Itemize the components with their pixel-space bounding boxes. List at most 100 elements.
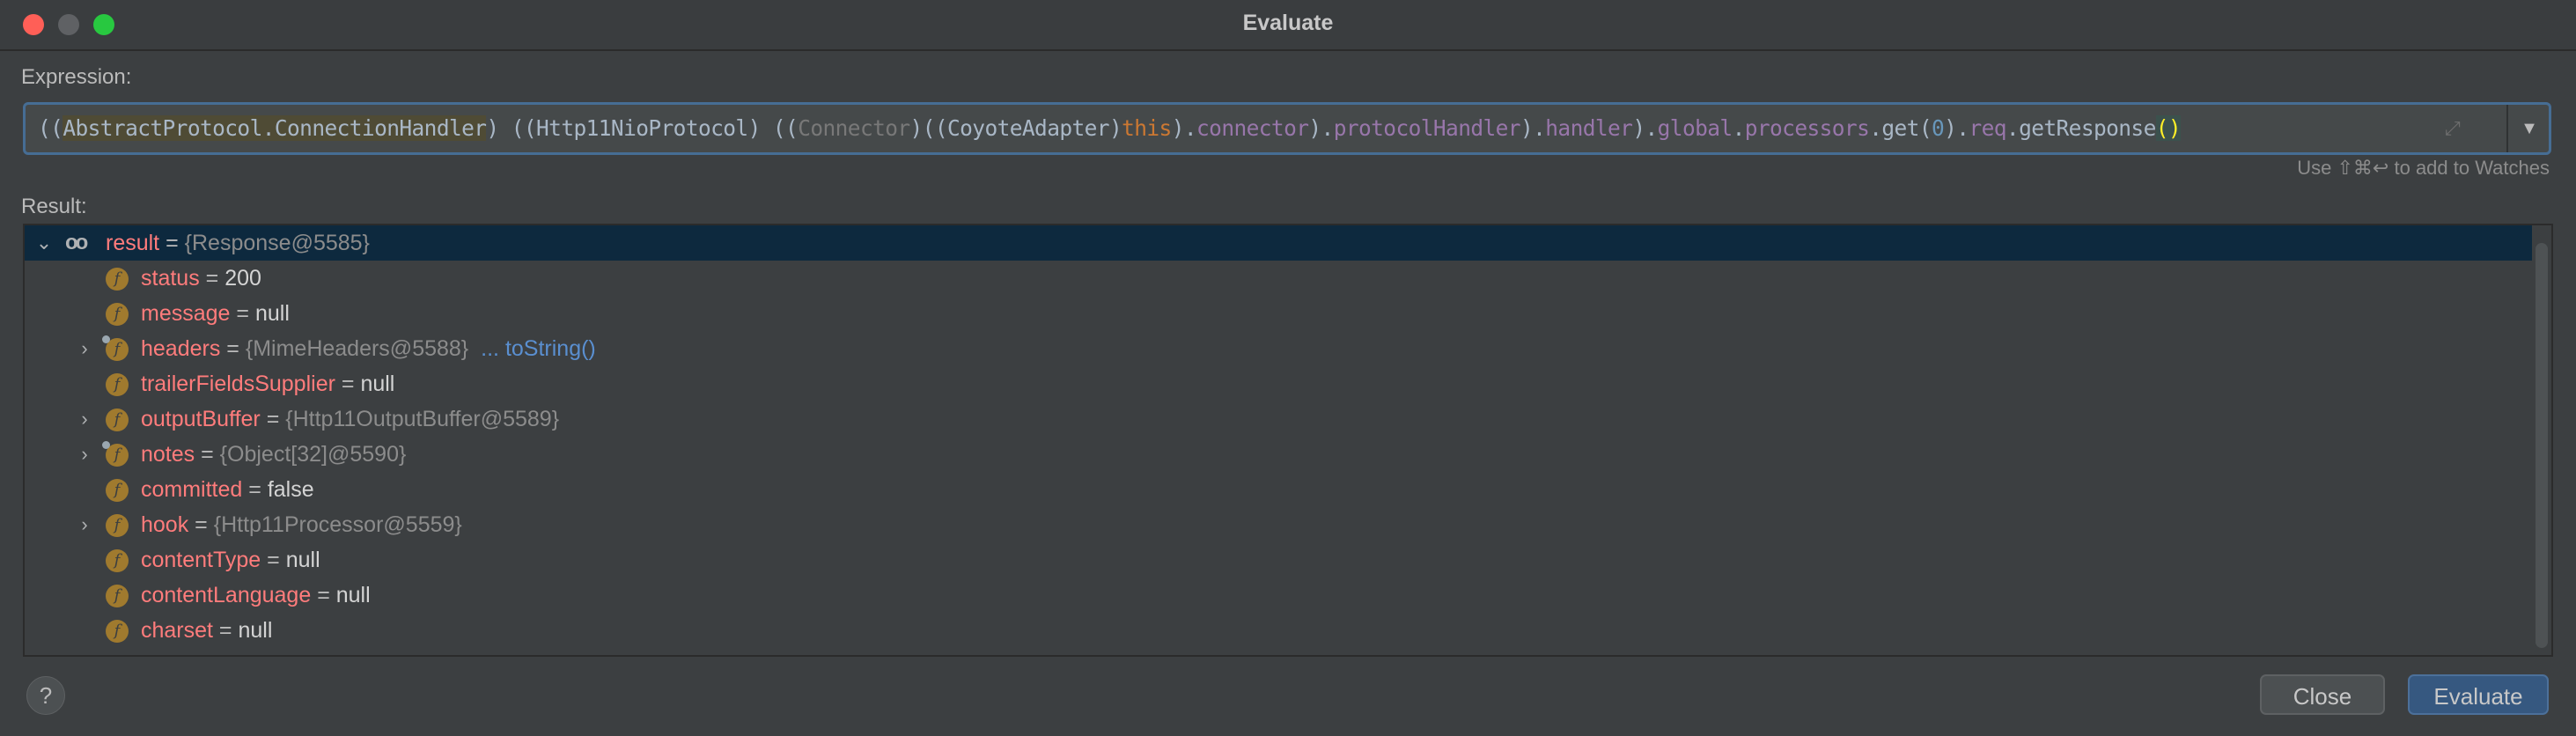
tree-row-outputBuffer[interactable]: › f outputBuffer = {Http11OutputBuffer@558… xyxy=(25,401,2532,437)
expression-token-plain: ) ((Http11NioProtocol) (( xyxy=(486,115,799,141)
tree-row-content: outputBuffer = {Http11OutputBuffer@5589} xyxy=(141,401,559,437)
var-value: {Object[32]@5590} xyxy=(219,442,407,467)
expression-token-plain: )((CoyoteAdapter) xyxy=(909,115,1122,141)
tree-row-charset[interactable]: f charset = null xyxy=(25,613,2532,648)
field-badge-icon xyxy=(102,335,110,343)
tree-row-message[interactable]: f message = null xyxy=(25,296,2532,331)
var-value: null xyxy=(285,548,320,572)
field-icon: f xyxy=(106,549,129,572)
chevron-down-icon[interactable]: ⌄ xyxy=(33,225,55,261)
var-name: headers xyxy=(141,336,221,361)
expression-token-keyword: this xyxy=(1122,115,1172,141)
field-icon: f xyxy=(106,408,129,431)
history-dropdown-button[interactable]: ▼ xyxy=(2506,105,2550,152)
expression-input[interactable]: ((AbstractProtocol.ConnectionHandler) ((… xyxy=(23,102,2551,155)
equals: = xyxy=(261,548,286,572)
result-tree[interactable]: f charset = null f contentLanguage = null f c… xyxy=(23,224,2553,657)
equals: = xyxy=(242,477,268,502)
var-name: hook xyxy=(141,512,189,537)
var-value: {MimeHeaders@5588} xyxy=(245,336,469,361)
window-title: Evaluate xyxy=(1242,11,1334,35)
chevron-right-icon[interactable]: › xyxy=(74,401,95,437)
expression-token-plain: ). xyxy=(1944,115,1969,141)
field-icon: f xyxy=(106,514,129,537)
var-value: {Response@5585} xyxy=(184,231,370,255)
field-icon: f xyxy=(106,303,129,326)
tree-row-content: committed = false xyxy=(141,472,314,507)
evaluate-button[interactable]: Evaluate xyxy=(2408,674,2549,715)
var-name: message xyxy=(141,301,231,326)
tree-row-notes[interactable]: › f notes = {Object[32]@5590} xyxy=(25,437,2532,472)
expression-token-number: 0 xyxy=(1932,115,1945,141)
close-button[interactable]: Close xyxy=(2260,674,2385,715)
result-label: Result: xyxy=(21,195,87,218)
var-name: contentType xyxy=(141,548,261,572)
var-name: status xyxy=(141,266,200,291)
equals: = xyxy=(260,407,286,431)
var-name: charset xyxy=(141,618,213,643)
field-icon: f xyxy=(106,373,129,396)
expression-token-field: global xyxy=(1657,115,1733,141)
tree-row-content: hook = {Http11Processor@5559} xyxy=(141,507,462,542)
expression-token-plain: .getResponse xyxy=(2006,115,2156,141)
var-name: result xyxy=(106,231,160,255)
expression-label: Expression: xyxy=(21,65,132,89)
tree-row-content: contentLanguage = null xyxy=(141,578,371,613)
equals: = xyxy=(195,442,220,467)
tree-row-hook[interactable]: › f hook = {Http11Processor@5559} xyxy=(25,507,2532,542)
tree-row-content: trailerFieldsSupplier = null xyxy=(141,366,394,401)
chevron-right-icon[interactable]: › xyxy=(74,507,95,542)
var-value: 200 xyxy=(224,266,261,291)
chevron-right-icon[interactable]: › xyxy=(74,331,95,366)
field-icon: f xyxy=(106,479,129,502)
equals: = xyxy=(212,618,239,643)
expression-token-plain: . xyxy=(1732,115,1746,141)
help-button[interactable]: ? xyxy=(26,676,65,715)
tree-row-contentType[interactable]: f contentType = null xyxy=(25,542,2532,578)
var-name: committed xyxy=(141,477,243,502)
tree-row-headers[interactable]: › f headers = {MimeHeaders@5588}... toStri… xyxy=(25,331,2532,366)
expression-token-plain: .get( xyxy=(1869,115,1932,141)
field-badge-icon xyxy=(102,441,110,449)
equals: = xyxy=(230,301,255,326)
expand-editor-icon[interactable]: ⤢ xyxy=(2445,117,2461,140)
chevron-right-icon[interactable]: › xyxy=(74,437,95,472)
equals: = xyxy=(188,512,214,537)
expression-token-field: connector xyxy=(1196,115,1309,141)
tree-row-contentLanguage[interactable]: f contentLanguage = null xyxy=(25,578,2532,613)
expression-token-gray: Connector xyxy=(798,115,910,141)
expression-token-plain: ). xyxy=(1520,115,1546,141)
equals: = xyxy=(199,266,225,291)
vertical-scrollbar[interactable] xyxy=(2536,243,2548,648)
equals: = xyxy=(220,336,246,361)
var-name: notes xyxy=(141,442,195,467)
tree-row-trailerFieldsSupplier[interactable]: f trailerFieldsSupplier = null xyxy=(25,366,2532,401)
expression-token-field: protocolHandler xyxy=(1333,115,1521,141)
expression-text[interactable]: ((AbstractProtocol.ConnectionHandler) ((… xyxy=(38,115,2182,141)
tree-row-content: headers = {MimeHeaders@5588} ... toString… xyxy=(141,331,596,366)
to-string-link[interactable]: ... toString() xyxy=(481,336,596,361)
tree-row-committed[interactable]: f committed = false xyxy=(25,472,2532,507)
var-value: null xyxy=(335,583,371,607)
tree-row-status[interactable]: f status = 200 xyxy=(25,261,2532,296)
expression-token-field: processors xyxy=(1744,115,1870,141)
expression-token-plain: (( xyxy=(38,115,63,141)
watches-hint: Use ⇧⌘↩ to add to Watches xyxy=(2297,157,2550,179)
equals: = xyxy=(311,583,336,607)
chevron-down-icon: ▼ xyxy=(2521,119,2538,138)
tree-row-content: contentType = null xyxy=(141,542,320,578)
field-icon: f xyxy=(106,585,129,607)
equals: = xyxy=(335,372,361,396)
tree-row-content: message = null xyxy=(141,296,290,331)
var-value: null xyxy=(238,618,273,643)
tree-row-result[interactable]: ⌄ oo result = {Response@5585} xyxy=(25,225,2532,261)
field-icon: f xyxy=(106,620,129,643)
var-name: trailerFieldsSupplier xyxy=(141,372,335,396)
tree-row-content: status = 200 xyxy=(141,261,261,296)
tree-row-content: result = {Response@5585} xyxy=(106,225,370,261)
var-value: null xyxy=(360,372,395,396)
expression-token-plain: ). xyxy=(1308,115,1334,141)
title-bar: Evaluate xyxy=(0,0,2576,51)
tree-row-content: charset = null xyxy=(141,613,272,648)
var-value: null xyxy=(254,301,290,326)
